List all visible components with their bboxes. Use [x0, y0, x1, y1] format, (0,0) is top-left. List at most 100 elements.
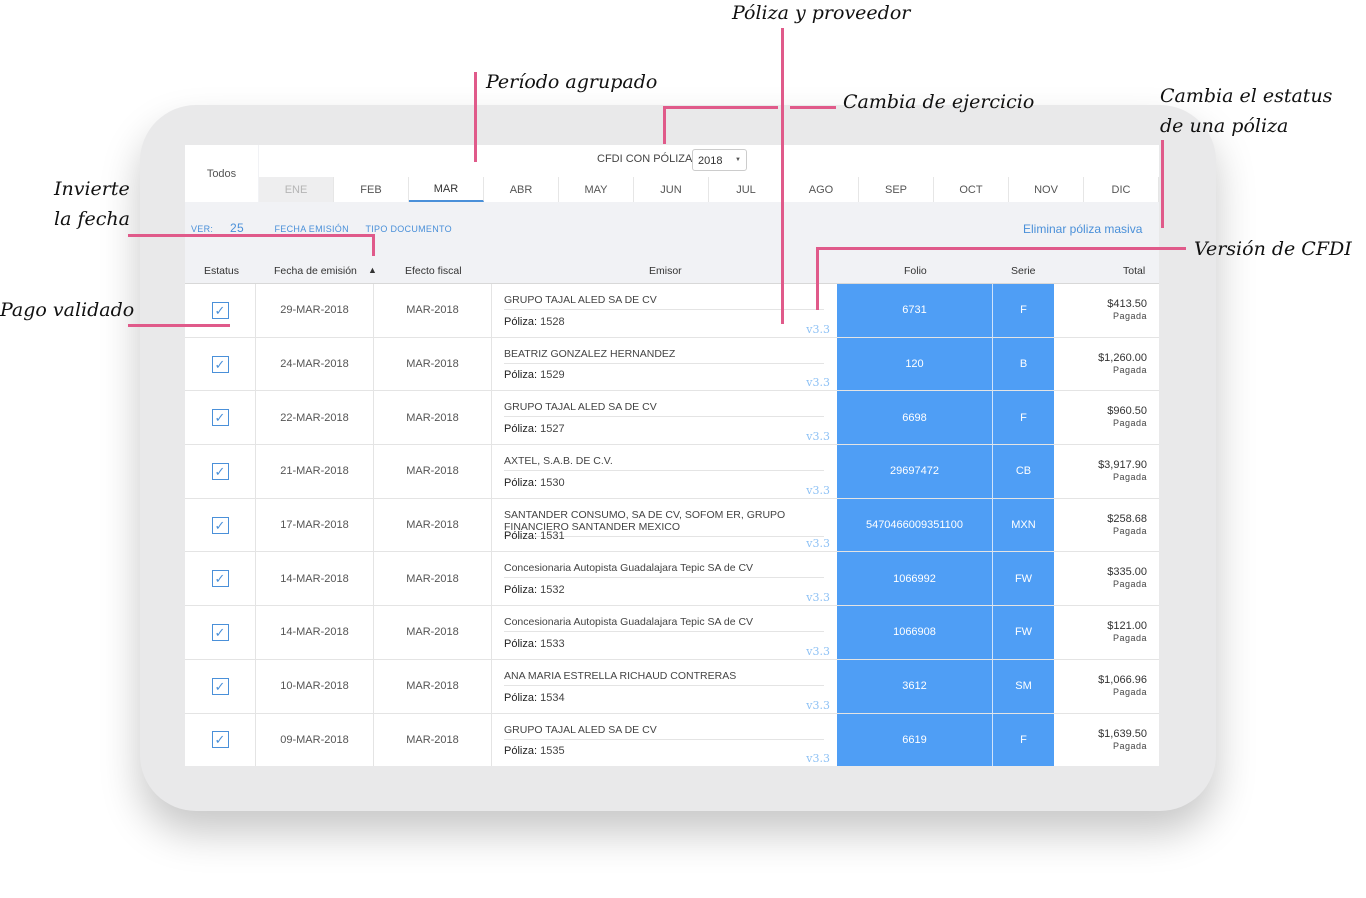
- efecto-fiscal: MAR-2018: [406, 626, 459, 639]
- poliza-info[interactable]: Póliza: 1531: [504, 530, 565, 542]
- serie: MXN: [1011, 519, 1036, 532]
- poliza-label: Póliza:: [504, 423, 538, 436]
- month-label: JUL: [736, 183, 756, 196]
- table-row[interactable]: ✓ 14-MAR-2018 MAR-2018 Concesionaria Autopi…: [185, 552, 1159, 607]
- serie-cell: F: [993, 284, 1054, 337]
- poliza-info[interactable]: Póliza: 1530: [504, 477, 565, 489]
- col-serie[interactable]: Serie: [1011, 265, 1036, 277]
- table-row[interactable]: ✓ 29-MAR-2018 MAR-2018 GRUPO TAJAL ALED SA …: [185, 284, 1159, 338]
- efecto-cell: MAR-2018: [374, 659, 492, 713]
- payment-status[interactable]: Pagada: [1113, 311, 1147, 321]
- tipo-documento-filter[interactable]: TIPO DOCUMENTO: [365, 224, 452, 234]
- col-estatus[interactable]: Estatus: [204, 265, 239, 277]
- table-row[interactable]: ✓ 10-MAR-2018 MAR-2018 ANA MARIA ESTRELLA R…: [185, 659, 1159, 714]
- fecha-emision-filter[interactable]: FECHA EMISIÓN: [275, 224, 349, 234]
- table-row[interactable]: ✓ 22-MAR-2018 MAR-2018 GRUPO TAJAL ALED SA …: [185, 391, 1159, 446]
- emisor-name[interactable]: Concesionaria Autopista Guadalajara Tepi…: [504, 616, 824, 633]
- checkbox-checked-icon[interactable]: ✓: [211, 570, 229, 588]
- emisor-name[interactable]: AXTEL, S.A.B. DE C.V.: [504, 455, 824, 472]
- poliza-info[interactable]: Póliza: 1533: [504, 638, 565, 650]
- cfdi-version: v3.3: [806, 430, 830, 444]
- fecha-emision: 10-MAR-2018: [280, 680, 349, 693]
- col-total[interactable]: Total: [1123, 265, 1145, 277]
- month-tabs: ENE FEB MAR ABR MAY JUN JUL AGO SEP OCT NOV DIC: [259, 177, 1159, 202]
- col-emisor[interactable]: Emisor: [649, 265, 682, 277]
- payment-status[interactable]: Pagada: [1113, 418, 1147, 428]
- emisor-name[interactable]: BEATRIZ GONZALEZ HERNANDEZ: [504, 348, 824, 364]
- table-row[interactable]: ✓ 17-MAR-2018 MAR-2018 SANTANDER CONSUMO, S…: [185, 498, 1159, 553]
- col-efecto-fiscal[interactable]: Efecto fiscal: [405, 265, 462, 277]
- emisor-name[interactable]: ANA MARIA ESTRELLA RICHAUD CONTRERAS: [504, 670, 824, 686]
- checkbox-checked-icon[interactable]: ✓: [211, 355, 229, 373]
- tab-month-sep[interactable]: SEP: [859, 177, 934, 202]
- poliza-info[interactable]: Póliza: 1535: [504, 745, 565, 757]
- tab-month-oct[interactable]: OCT: [934, 177, 1009, 202]
- poliza-info[interactable]: Póliza: 1528: [504, 316, 565, 328]
- payment-status[interactable]: Pagada: [1113, 365, 1147, 375]
- tab-month-ago[interactable]: AGO: [784, 177, 859, 202]
- todos-tab[interactable]: Todos: [185, 145, 258, 202]
- poliza-label: Póliza:: [504, 476, 538, 489]
- tab-month-mar[interactable]: MAR: [409, 177, 484, 202]
- tab-month-may[interactable]: MAY: [559, 177, 634, 202]
- poliza-info[interactable]: Póliza: 1529: [504, 369, 565, 381]
- poliza-number: 1532: [540, 584, 565, 597]
- emisor-name[interactable]: GRUPO TAJAL ALED SA DE CV: [504, 294, 824, 310]
- table-row[interactable]: ✓ 24-MAR-2018 MAR-2018 BEATRIZ GONZALEZ HER…: [185, 337, 1159, 392]
- col-folio[interactable]: Folio: [904, 265, 927, 277]
- poliza-info[interactable]: Póliza: 1532: [504, 584, 565, 596]
- tab-month-abr[interactable]: ABR: [484, 177, 559, 202]
- version-filter[interactable]: VER: 25: [191, 221, 258, 235]
- table-row[interactable]: ✓ 09-MAR-2018 MAR-2018 GRUPO TAJAL ALED SA …: [185, 713, 1159, 766]
- serie-cell: F: [993, 391, 1054, 445]
- table-row[interactable]: ✓ 21-MAR-2018 MAR-2018 AXTEL, S.A.B. DE C.V…: [185, 445, 1159, 499]
- year-select[interactable]: 2018 ▼: [692, 149, 747, 171]
- folio: 1066908: [893, 626, 936, 639]
- checkbox-checked-icon[interactable]: ✓: [211, 409, 229, 427]
- emisor-name[interactable]: Concesionaria Autopista Guadalajara Tepi…: [504, 562, 824, 579]
- folio-cell: 6619: [837, 713, 993, 766]
- total-amount: $121.00: [1107, 620, 1147, 633]
- month-label: AGO: [808, 183, 834, 196]
- col-fecha-emision[interactable]: Fecha de emisión: [274, 265, 357, 277]
- annotation-poliza-proveedor: Póliza y proveedor: [732, 2, 911, 24]
- total-amount: $1,066.96: [1098, 673, 1147, 686]
- payment-status[interactable]: Pagada: [1113, 579, 1147, 589]
- status-cell: ✓: [185, 498, 256, 552]
- annotation-estatus-line1: Cambia el estatus: [1160, 85, 1333, 107]
- folio: 6731: [902, 304, 927, 317]
- table-row[interactable]: ✓ 14-MAR-2018 MAR-2018 Concesionaria Autopi…: [185, 606, 1159, 660]
- caret-down-icon: ▼: [735, 157, 741, 163]
- annotation-line-ejercicio-horizontal-left: [663, 106, 778, 109]
- tab-month-dic[interactable]: DIC: [1084, 177, 1159, 202]
- emisor-name[interactable]: GRUPO TAJAL ALED SA DE CV: [504, 401, 824, 418]
- checkbox-checked-icon[interactable]: ✓: [211, 623, 229, 641]
- tab-month-feb[interactable]: FEB: [334, 177, 409, 202]
- poliza-info[interactable]: Póliza: 1527: [504, 423, 565, 435]
- payment-status[interactable]: Pagada: [1113, 633, 1147, 643]
- total-cell: $335.00 Pagada: [1054, 552, 1159, 605]
- checkbox-checked-icon[interactable]: ✓: [211, 731, 229, 749]
- payment-status[interactable]: Pagada: [1113, 526, 1147, 536]
- payment-status[interactable]: Pagada: [1113, 472, 1147, 482]
- emisor-name[interactable]: GRUPO TAJAL ALED SA DE CV: [504, 724, 824, 740]
- tab-month-nov[interactable]: NOV: [1009, 177, 1084, 202]
- annotation-estatus-line2: de una póliza: [1160, 115, 1289, 137]
- arrow-up-icon[interactable]: ▲: [368, 265, 377, 275]
- folio: 6698: [902, 411, 927, 424]
- checkbox-checked-icon[interactable]: ✓: [211, 301, 229, 319]
- total-cell: $121.00 Pagada: [1054, 606, 1159, 659]
- folio: 1066992: [893, 572, 936, 585]
- folio: 29697472: [890, 465, 939, 478]
- tab-month-jun[interactable]: JUN: [634, 177, 709, 202]
- checkbox-checked-icon[interactable]: ✓: [211, 462, 229, 480]
- payment-status[interactable]: Pagada: [1113, 687, 1147, 697]
- tab-month-jul[interactable]: JUL: [709, 177, 784, 202]
- checkbox-checked-icon[interactable]: ✓: [211, 677, 229, 695]
- bulk-delete-link[interactable]: Eliminar póliza masiva: [1023, 222, 1142, 236]
- total-cell: $413.50 Pagada: [1054, 284, 1159, 337]
- payment-status[interactable]: Pagada: [1113, 741, 1147, 751]
- poliza-info[interactable]: Póliza: 1534: [504, 692, 565, 704]
- checkbox-checked-icon[interactable]: ✓: [211, 516, 229, 534]
- status-cell: ✓: [185, 552, 256, 606]
